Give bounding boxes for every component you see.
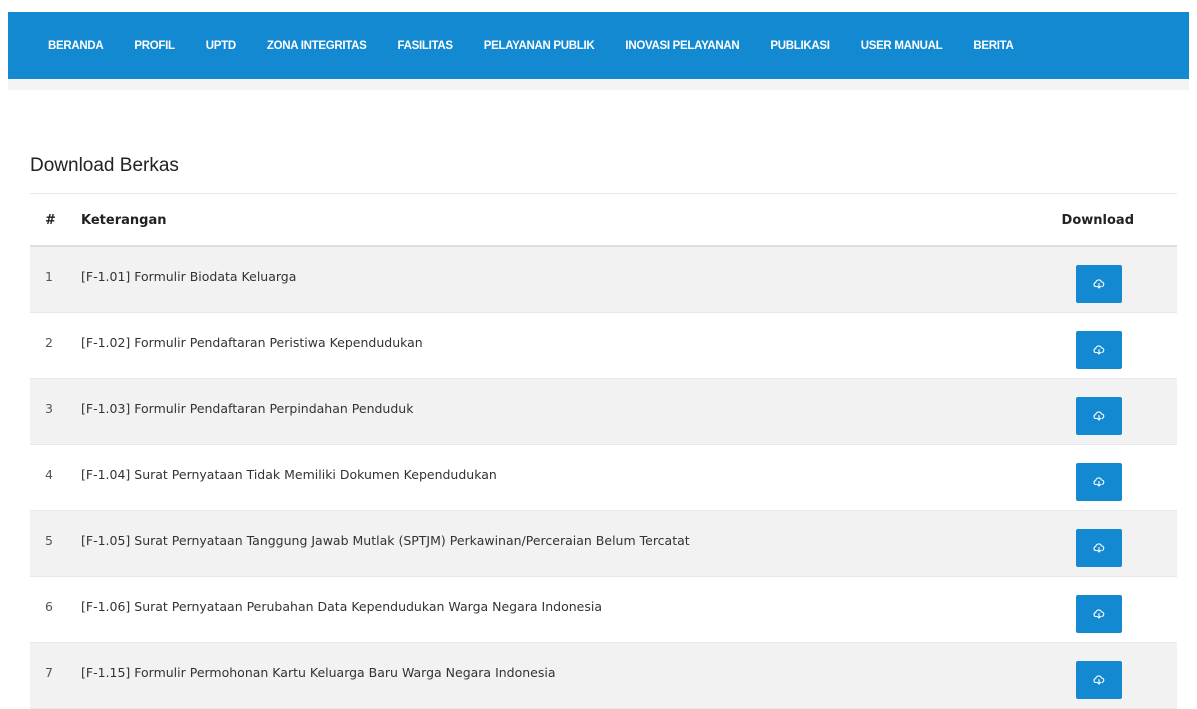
download-button[interactable] (1076, 595, 1122, 633)
cloud-download-icon (1093, 345, 1105, 355)
table-row: 2 [F-1.02] Formulir Pendaftaran Peristiwa… (30, 313, 1177, 379)
row-number: 1 (45, 269, 53, 284)
cloud-download-icon (1093, 279, 1105, 289)
page-title: Download Berkas (30, 155, 179, 176)
download-button[interactable] (1076, 529, 1122, 567)
row-number: 2 (45, 335, 53, 350)
row-keterangan: [F-1.02] Formulir Pendaftaran Peristiwa … (81, 335, 423, 350)
cloud-download-icon (1093, 675, 1105, 685)
row-number: 7 (45, 665, 53, 680)
row-keterangan: [F-1.03] Formulir Pendaftaran Perpindaha… (81, 401, 414, 416)
row-keterangan: [F-1.04] Surat Pernyataan Tidak Memiliki… (81, 467, 497, 482)
nav-item-fasilitas[interactable]: FASILITAS (398, 40, 454, 52)
table-row: 1 [F-1.01] Formulir Biodata Keluarga (30, 247, 1177, 313)
navbar-shadow-strip (8, 79, 1189, 90)
row-keterangan: [F-1.15] Formulir Permohonan Kartu Kelua… (81, 665, 556, 680)
nav-item-berita[interactable]: BERITA (973, 40, 1013, 52)
download-button[interactable] (1076, 265, 1122, 303)
download-button[interactable] (1076, 331, 1122, 369)
cloud-download-icon (1093, 411, 1105, 421)
header-keterangan: Keterangan (81, 213, 167, 228)
nav-item-inovasi-pelayanan[interactable]: INOVASI PELAYANAN (625, 40, 739, 52)
table-header: # Keterangan Download (30, 194, 1177, 247)
nav-item-user-manual[interactable]: USER MANUAL (861, 40, 943, 52)
table-row: 3 [F-1.03] Formulir Pendaftaran Perpindah… (30, 379, 1177, 445)
cloud-download-icon (1093, 609, 1105, 619)
row-number: 5 (45, 533, 53, 548)
nav-menu: BERANDA PROFIL UPTD ZONA INTEGRITAS FASI… (8, 12, 1189, 79)
table-body: 1 [F-1.01] Formulir Biodata Keluarga 2 [F-1… (30, 247, 1177, 709)
row-number: 6 (45, 599, 53, 614)
header-number: # (45, 213, 56, 228)
header-download: Download (1061, 213, 1134, 228)
row-number: 4 (45, 467, 53, 482)
download-button[interactable] (1076, 661, 1122, 699)
download-button[interactable] (1076, 397, 1122, 435)
nav-item-beranda[interactable]: BERANDA (48, 40, 104, 52)
nav-item-publikasi[interactable]: PUBLIKASI (770, 40, 830, 52)
nav-item-zona-integritas[interactable]: ZONA INTEGRITAS (267, 40, 367, 52)
row-number: 3 (45, 401, 53, 416)
row-keterangan: [F-1.05] Surat Pernyataan Tanggung Jawab… (81, 533, 690, 548)
row-keterangan: [F-1.06] Surat Pernyataan Perubahan Data… (81, 599, 602, 614)
download-table: # Keterangan Download 1 [F-1.01] Formulir… (30, 194, 1177, 709)
nav-item-uptd[interactable]: UPTD (206, 40, 236, 52)
main-navbar: BERANDA PROFIL UPTD ZONA INTEGRITAS FASI… (8, 12, 1189, 79)
table-row: 6 [F-1.06] Surat Pernyataan Perubahan Dat… (30, 577, 1177, 643)
download-button[interactable] (1076, 463, 1122, 501)
table-row: 4 [F-1.04] Surat Pernyataan Tidak Memilik… (30, 445, 1177, 511)
table-row: 5 [F-1.05] Surat Pernyataan Tanggung Jawa… (30, 511, 1177, 577)
row-keterangan: [F-1.01] Formulir Biodata Keluarga (81, 269, 297, 284)
nav-item-pelayanan-publik[interactable]: PELAYANAN PUBLIK (484, 40, 595, 52)
cloud-download-icon (1093, 477, 1105, 487)
cloud-download-icon (1093, 543, 1105, 553)
nav-item-profil[interactable]: PROFIL (134, 40, 175, 52)
table-row: 7 [F-1.15] Formulir Permohonan Kartu Kelu… (30, 643, 1177, 709)
